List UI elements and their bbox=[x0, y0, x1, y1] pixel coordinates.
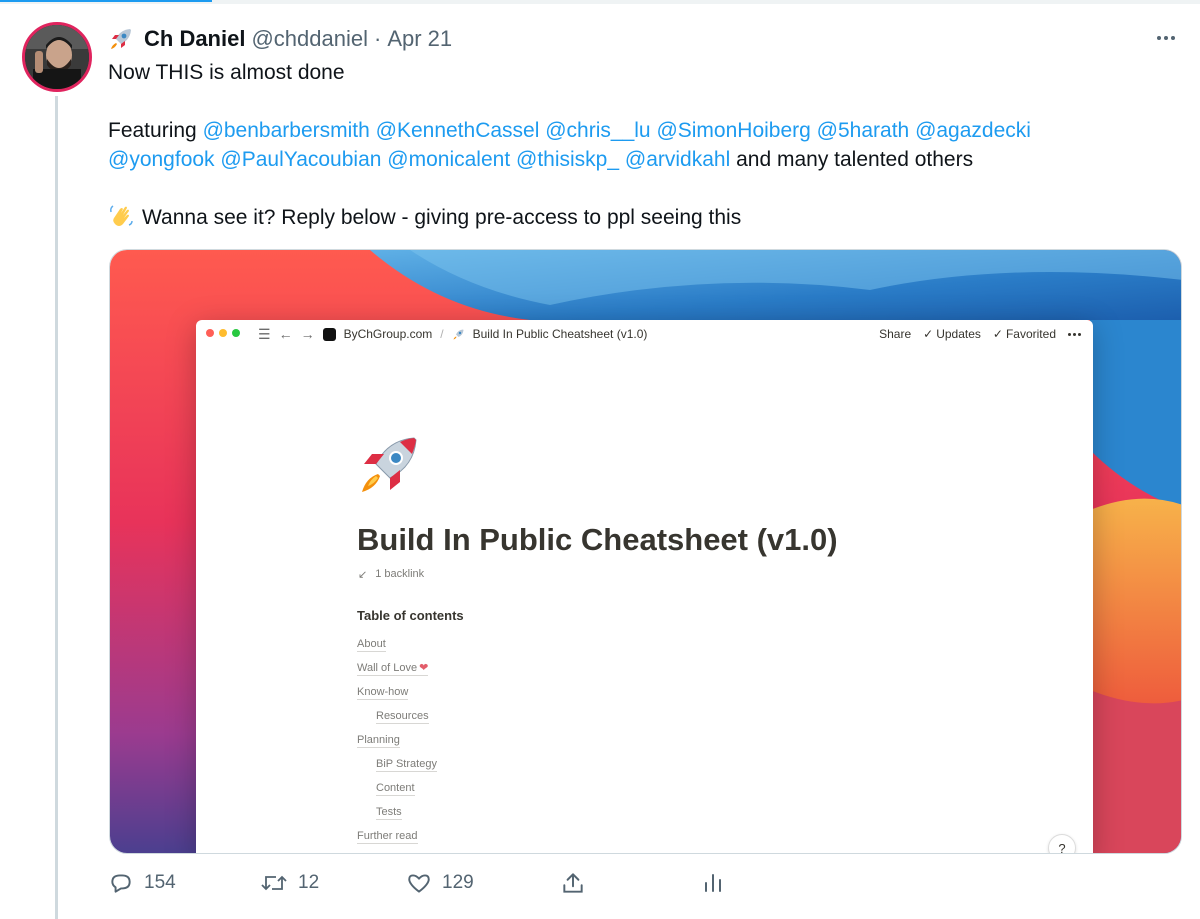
retweet-button[interactable]: 12 bbox=[260, 870, 319, 896]
back-arrow-icon[interactable]: ← bbox=[279, 326, 293, 342]
share-tweet-button[interactable] bbox=[560, 870, 586, 896]
toc-item[interactable]: Tests bbox=[357, 804, 437, 828]
mention-link[interactable]: @5harath bbox=[817, 119, 910, 142]
checkmark-icon: ✓ bbox=[923, 327, 934, 341]
mention-link[interactable]: @PaulYacoubian bbox=[220, 148, 381, 171]
share-button[interactable]: Share bbox=[879, 327, 911, 341]
checkmark-icon: ✓ bbox=[992, 327, 1003, 341]
mention-link[interactable]: @SimonHoiberg bbox=[656, 119, 810, 142]
tweet-body: Now THIS is almost done Featuring @benba… bbox=[108, 58, 1183, 232]
avatar[interactable] bbox=[22, 22, 92, 92]
tweet-line-2-tail: and many talented others bbox=[736, 148, 974, 171]
rocket-icon bbox=[111, 29, 131, 49]
breadcrumb-separator: / bbox=[440, 327, 444, 341]
favorited-label: Favorited bbox=[1005, 327, 1056, 341]
mention-link[interactable]: @KennethCassel bbox=[376, 119, 540, 142]
reply-count: 154 bbox=[144, 872, 176, 893]
updates-button[interactable]: ✓ Updates bbox=[923, 327, 981, 341]
tweet-line-1: Now THIS is almost done bbox=[108, 61, 345, 84]
updates-label: Updates bbox=[936, 327, 981, 341]
mention-link[interactable]: @monicalent bbox=[387, 148, 510, 171]
toc-item[interactable]: Further read bbox=[357, 828, 437, 852]
waving-hand-icon bbox=[110, 205, 133, 226]
like-count: 129 bbox=[442, 872, 474, 893]
minimize-window-icon[interactable] bbox=[219, 329, 227, 337]
display-name[interactable]: Ch Daniel bbox=[144, 26, 245, 52]
featuring-label: Featuring bbox=[108, 119, 203, 142]
notion-window: ☰ ← → ByChGroup.com / Build In Public Ch… bbox=[196, 320, 1093, 853]
window-controls bbox=[206, 329, 240, 337]
toc-heading: Table of contents bbox=[357, 608, 464, 623]
author-handle[interactable]: @chddaniel bbox=[251, 26, 368, 52]
mention-link[interactable]: @arvidkahl bbox=[625, 148, 730, 171]
tweet-actions: 154 12 129 bbox=[108, 870, 728, 902]
help-button[interactable]: ? bbox=[1048, 834, 1076, 853]
mention-link[interactable]: @thisiskp_ bbox=[516, 148, 619, 171]
more-dot-icon bbox=[1171, 36, 1175, 40]
analytics-icon bbox=[705, 874, 721, 892]
window-titlebar: ☰ ← → ByChGroup.com / Build In Public Ch… bbox=[196, 320, 1093, 350]
like-button[interactable]: 129 bbox=[406, 870, 474, 896]
mention-link[interactable]: @benbarbersmith bbox=[203, 119, 370, 142]
toc-item[interactable]: Planning bbox=[357, 732, 437, 756]
favorited-button[interactable]: ✓ Favorited bbox=[993, 327, 1056, 341]
heart-icon: ❤ bbox=[419, 662, 429, 676]
tweet-line-3: Wanna see it? Reply below - giving pre-a… bbox=[108, 203, 1183, 232]
analytics-button[interactable] bbox=[702, 870, 724, 896]
forward-arrow-icon[interactable]: → bbox=[301, 326, 315, 342]
toc-item[interactable]: Wall of Love ❤ bbox=[357, 660, 437, 684]
toc-item[interactable]: BiP Strategy bbox=[357, 756, 437, 780]
tweet-line-featuring: Featuring @benbarbersmith @KennethCassel… bbox=[108, 116, 1183, 145]
maximize-window-icon[interactable] bbox=[232, 329, 240, 337]
share-icon bbox=[563, 873, 583, 893]
retweet-icon bbox=[261, 875, 287, 891]
breadcrumb-site[interactable]: ByChGroup.com bbox=[344, 327, 433, 341]
breadcrumb-page[interactable]: Build In Public Cheatsheet (v1.0) bbox=[473, 327, 648, 341]
page-rocket-icon bbox=[362, 437, 417, 492]
date-separator: · bbox=[374, 26, 382, 51]
tweet-line-3-text: Wanna see it? Reply below - giving pre-a… bbox=[142, 206, 742, 229]
tweet-date[interactable]: Apr 21 bbox=[387, 26, 452, 52]
heart-outline-icon bbox=[408, 874, 430, 893]
reply-button[interactable]: 154 bbox=[108, 870, 176, 896]
retweet-count: 12 bbox=[298, 872, 320, 893]
tweet-header: Ch Daniel @chddaniel · Apr 21 bbox=[108, 24, 452, 54]
mention-link[interactable]: @yongfook bbox=[108, 148, 215, 171]
table-of-contents: About Wall of Love ❤ Know-how Resources P… bbox=[357, 636, 437, 852]
window-toolbar: Share ✓ Updates ✓ Favorited bbox=[879, 327, 1081, 341]
more-options-button[interactable] bbox=[1152, 26, 1180, 50]
rocket-icon bbox=[453, 329, 464, 339]
mention-link[interactable]: @chris__lu bbox=[545, 119, 650, 142]
site-logo-icon bbox=[322, 327, 336, 341]
top-progress-fill bbox=[0, 0, 212, 2]
toc-item[interactable]: Content bbox=[357, 780, 437, 804]
thread-line bbox=[55, 96, 58, 919]
toc-item[interactable]: Resources bbox=[357, 708, 437, 732]
window-more-icon[interactable] bbox=[1068, 332, 1081, 336]
toc-item[interactable]: Know-how bbox=[357, 684, 437, 708]
breadcrumb: ☰ ← → ByChGroup.com / Build In Public Ch… bbox=[258, 326, 647, 342]
hamburger-menu-icon[interactable]: ☰ bbox=[258, 326, 271, 342]
close-window-icon[interactable] bbox=[206, 329, 214, 337]
mention-link[interactable]: @agazdecki bbox=[915, 119, 1031, 142]
backlink-indicator[interactable]: ↙ 1 backlink bbox=[358, 568, 424, 581]
page-title: Build In Public Cheatsheet (v1.0) bbox=[357, 522, 838, 557]
reply-icon bbox=[111, 874, 131, 893]
toc-item[interactable]: About bbox=[357, 636, 437, 660]
more-dot-icon bbox=[1164, 36, 1168, 40]
attached-image[interactable]: ☰ ← → ByChGroup.com / Build In Public Ch… bbox=[109, 249, 1182, 854]
backlink-label: 1 backlink bbox=[375, 568, 425, 580]
backlink-arrow-icon: ↙ bbox=[358, 569, 368, 581]
top-progress-track bbox=[0, 0, 1200, 4]
tweet-line-mentions: @yongfook @PaulYacoubian @monicalent @th… bbox=[108, 145, 1183, 174]
more-dot-icon bbox=[1157, 36, 1161, 40]
